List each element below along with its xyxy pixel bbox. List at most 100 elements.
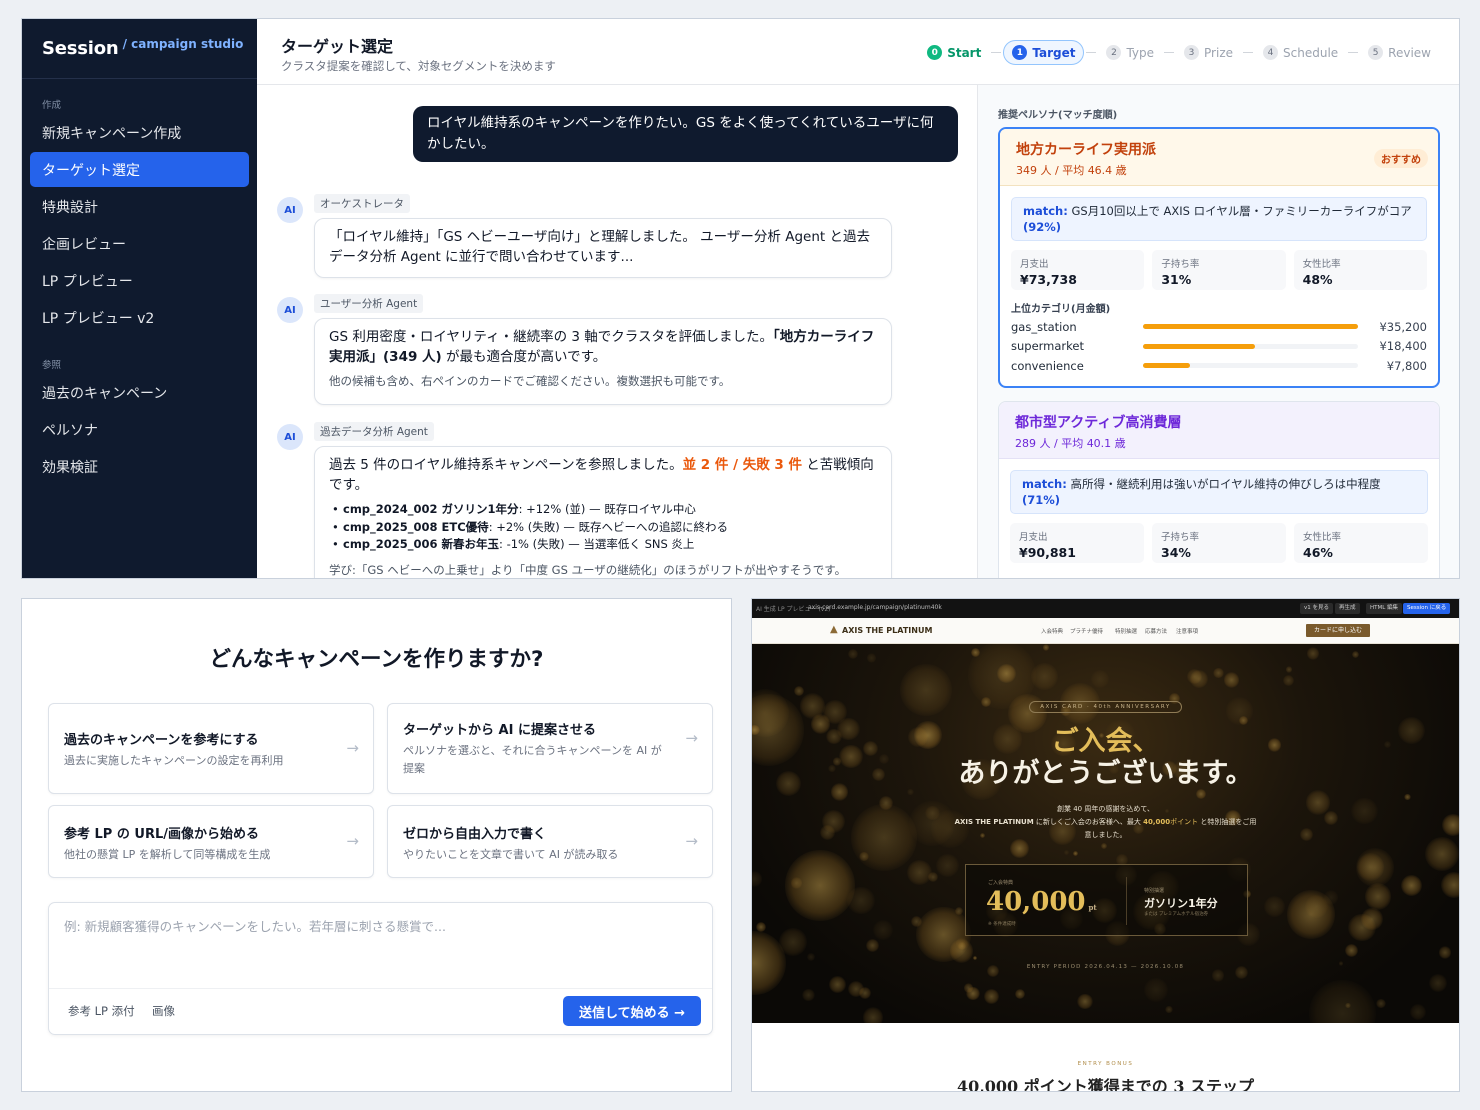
bokeh-light bbox=[1307, 647, 1320, 660]
persona-pane[interactable]: 推奨ペルソナ(マッチ度順) 地方カーライフ実用派 349 人 / 平均 46.4… bbox=[977, 85, 1459, 578]
nav-link[interactable]: プラチナ優待 bbox=[1070, 627, 1103, 635]
option-reference-lp[interactable]: 参考 LP の URL/画像から始める 他社の懸賞 LP を解析して同等構成を生… bbox=[48, 805, 374, 878]
hero-lead-line: 意しました。 bbox=[1084, 831, 1127, 839]
bokeh-light bbox=[755, 921, 767, 933]
option-free-input[interactable]: ゼロから自由入力で書く やりたいことを文章で書いて AI が読み取る → bbox=[387, 805, 713, 878]
bokeh-light bbox=[1212, 667, 1224, 679]
sidebar-item-benefit[interactable]: 特典設計 bbox=[30, 189, 249, 224]
view-v1-button[interactable]: v1 を見る bbox=[1300, 603, 1334, 614]
bokeh-light bbox=[1042, 644, 1050, 651]
match-percent: (71%) bbox=[1022, 493, 1061, 507]
regenerate-button[interactable]: 再生成 bbox=[1335, 603, 1360, 614]
option-desc: 過去に実施したキャンペーンの設定を再利用 bbox=[64, 754, 284, 767]
lp-hero: AXIS CARD · 40th ANNIVERSARY ご入会、 ありがとうご… bbox=[752, 644, 1459, 1023]
agent-tag-orchestrator: オーケストレータ bbox=[314, 194, 410, 213]
attach-image-button[interactable]: 画像 bbox=[152, 1003, 175, 1019]
chat-thread[interactable]: ロイヤル維持系のキャンペーンを作りたい。GS をよく使ってくれているユーザに何か… bbox=[257, 85, 977, 578]
sidebar-item-target[interactable]: ターゲット選定 bbox=[30, 152, 249, 187]
page-header: ターゲット選定 クラスタ提案を確認して、対象セグメントを決めます 0 Start … bbox=[257, 19, 1459, 85]
sidebar-item-lp-preview[interactable]: LP プレビュー bbox=[30, 263, 249, 298]
nav-link[interactable]: 特別抽選 bbox=[1115, 627, 1137, 635]
bokeh-light bbox=[949, 939, 974, 963]
step-start[interactable]: 0 Start bbox=[919, 41, 989, 64]
sidebar-item-new-campaign[interactable]: 新規キャンペーン作成 bbox=[30, 115, 249, 150]
step-divider bbox=[991, 52, 1002, 53]
step-prize[interactable]: 3 Prize bbox=[1176, 41, 1241, 64]
back-to-session-button[interactable]: Session に戻る bbox=[1403, 603, 1451, 614]
prompt-footer: 参考 LP 添付 画像 送信して始める → bbox=[49, 988, 712, 1034]
campaign-id: cmp_2025_006 新春お年玉 bbox=[343, 537, 500, 551]
prize-points: 40,000 pt bbox=[986, 887, 1097, 917]
bokeh-light bbox=[936, 854, 960, 878]
recommended-badge: おすすめ bbox=[1374, 149, 1428, 168]
persona-card[interactable]: 都市型アクティブ高消費層 289 人 / 平均 40.1 歳 match: 高所… bbox=[998, 401, 1440, 578]
sidebar: Session / campaign studio 作成 新規キャンペーン作成 … bbox=[22, 19, 257, 578]
arrow-right-icon: → bbox=[346, 738, 359, 757]
category-bar bbox=[1143, 324, 1358, 330]
stat-monthly-spend: 月支出 ¥90,881 bbox=[1010, 523, 1144, 563]
persona-card-header: 地方カーライフ実用派 349 人 / 平均 46.4 歳 おすすめ bbox=[1000, 129, 1438, 186]
brand-logo[interactable]: Session / campaign studio bbox=[22, 19, 257, 79]
bokeh-light bbox=[1014, 988, 1025, 999]
option-ai-target[interactable]: ターゲットから AI に提案させる ペルソナを選ぶと、それに合うキャンペーンを … bbox=[387, 703, 713, 794]
lead-text: と特別抽選をご用 bbox=[1198, 818, 1257, 826]
bokeh-light bbox=[752, 870, 763, 887]
sidebar-item-review[interactable]: 企画レビュー bbox=[30, 226, 249, 261]
persona-card-selected[interactable]: 地方カーライフ実用派 349 人 / 平均 46.4 歳 おすすめ match:… bbox=[998, 127, 1440, 388]
bokeh-light bbox=[966, 986, 980, 1001]
points-value: 40,000 bbox=[986, 887, 1086, 917]
prompt-input[interactable]: 例: 新規顧客獲得のキャンペーンをしたい。若年層に刺さる懸賞で... 参考 LP… bbox=[48, 902, 713, 1035]
apply-card-button[interactable]: カードに申し込む bbox=[1306, 624, 1370, 637]
bokeh-light bbox=[1364, 882, 1392, 910]
option-title: 過去のキャンペーンを参考にする bbox=[64, 733, 259, 748]
message-text: 過去 5 件のロイヤル維持系キャンペーンを参照しました。 bbox=[329, 457, 683, 473]
campaign-result: : +2% (失敗) — 既存ヘビーへの追認に終わる bbox=[488, 519, 729, 534]
stat-value: 31% bbox=[1161, 272, 1192, 287]
bokeh-light bbox=[872, 919, 894, 941]
category-value: ¥35,200 bbox=[1379, 319, 1427, 334]
step-number: 4 bbox=[1263, 45, 1279, 60]
step-divider bbox=[1243, 52, 1254, 53]
steps-title: 40,000 ポイント獲得までの 3 ステップ bbox=[956, 1077, 1255, 1092]
sidebar-item-past-campaigns[interactable]: 過去のキャンペーン bbox=[30, 375, 249, 410]
attach-lp-button[interactable]: 参考 LP 添付 bbox=[68, 1003, 135, 1019]
step-number: 1 bbox=[1012, 45, 1028, 60]
prize-label: ご入会特典 bbox=[988, 880, 1014, 886]
nav-link[interactable]: 応募方法 bbox=[1145, 627, 1167, 635]
campaign-result: : -1% (失敗) — 当選率低く SNS 炎上 bbox=[499, 537, 695, 551]
bokeh-light bbox=[1351, 651, 1359, 659]
bokeh-light bbox=[910, 916, 922, 927]
step-schedule[interactable]: 4 Schedule bbox=[1255, 41, 1346, 64]
category-value: ¥18,400 bbox=[1379, 339, 1427, 354]
match-percent: (92%) bbox=[1023, 220, 1062, 234]
stat-child-rate: 子持ち率 31% bbox=[1152, 250, 1286, 290]
bokeh-light bbox=[1409, 1003, 1426, 1020]
category-bar-fill bbox=[1143, 363, 1191, 369]
bokeh-light bbox=[794, 686, 805, 697]
stat-label: 月支出 bbox=[1020, 259, 1049, 270]
lead-brand: AXIS THE PLATINUM bbox=[954, 818, 1034, 826]
lp-logo[interactable]: AXIS THE PLATINUM bbox=[842, 626, 932, 635]
html-edit-button[interactable]: HTML 編集 bbox=[1366, 603, 1403, 614]
sidebar-item-lp-preview-v2[interactable]: LP プレビュー v2 bbox=[30, 300, 249, 335]
user-message: ロイヤル維持系のキャンペーンを作りたい。GS をよく使ってくれているユーザに何か… bbox=[413, 106, 958, 162]
send-button[interactable]: 送信して始める → bbox=[563, 996, 701, 1026]
step-type[interactable]: 2 Type bbox=[1098, 41, 1162, 64]
top-categories: 上位カテゴリ(月金額) gas_station ¥35,200 supermark… bbox=[1011, 300, 1427, 376]
bokeh-light bbox=[1224, 672, 1240, 688]
step-target[interactable]: 1 Target bbox=[1003, 40, 1085, 65]
step-divider bbox=[1348, 52, 1359, 53]
option-past-campaign[interactable]: 過去のキャンペーンを参考にする 過去に実施したキャンペーンの設定を再利用 → bbox=[48, 703, 374, 794]
match-key: match: bbox=[1022, 477, 1067, 491]
bokeh-light bbox=[865, 939, 880, 953]
sidebar-item-personas[interactable]: ペルソナ bbox=[30, 412, 249, 447]
step-review[interactable]: 5 Review bbox=[1360, 41, 1439, 64]
option-title: ゼロから自由入力で書く bbox=[403, 827, 547, 842]
bokeh-light bbox=[973, 956, 978, 961]
nav-link[interactable]: 注意事項 bbox=[1176, 627, 1198, 635]
page-title: ターゲット選定 bbox=[281, 37, 394, 56]
nav-link[interactable]: 入会特典 bbox=[1041, 627, 1063, 635]
bokeh-light bbox=[1077, 993, 1093, 1010]
agent-tag-user-analysis: ユーザー分析 Agent bbox=[314, 294, 424, 313]
sidebar-item-effect[interactable]: 効果検証 bbox=[30, 449, 249, 484]
